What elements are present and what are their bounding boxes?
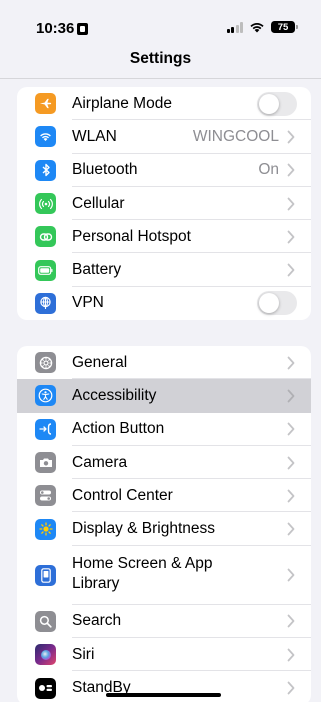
- battery-icon: [35, 259, 56, 281]
- action-button-icon: [35, 418, 56, 440]
- control-center-icon: [35, 485, 56, 507]
- camera-icon: [35, 452, 56, 474]
- status-bar: 10:36 75: [0, 0, 321, 46]
- row-general[interactable]: General: [17, 346, 311, 380]
- settings-group-connectivity: Airplane Mode WLAN WINGCOOL Bluetooth On…: [17, 87, 311, 321]
- row-cellular[interactable]: Cellular: [17, 187, 311, 221]
- bluetooth-status-value: On: [258, 161, 279, 179]
- chevron-right-icon: [287, 522, 295, 536]
- row-label: Bluetooth: [72, 161, 138, 179]
- bluetooth-icon: [35, 159, 56, 181]
- chevron-right-icon: [287, 389, 295, 403]
- chevron-right-icon: [287, 422, 295, 436]
- siri-icon: [35, 644, 56, 666]
- row-label: Accessibility: [72, 386, 157, 404]
- row-camera[interactable]: Camera: [17, 446, 311, 480]
- standby-icon: [35, 677, 56, 699]
- chevron-right-icon: [287, 615, 295, 628]
- battery-percent: 75: [277, 21, 289, 33]
- row-vpn[interactable]: VPN: [17, 287, 311, 320]
- home-indicator[interactable]: [106, 693, 221, 697]
- row-label: Cellular: [72, 194, 125, 212]
- gear-icon: [35, 352, 56, 374]
- search-icon: [35, 610, 56, 632]
- wlan-network-value: WINGCOOL: [192, 127, 279, 145]
- chevron-right-icon: [287, 130, 295, 144]
- row-battery[interactable]: Battery: [17, 253, 311, 287]
- vpn-icon: [35, 292, 56, 314]
- vpn-toggle[interactable]: [257, 291, 297, 316]
- wifi-icon: [35, 126, 56, 148]
- row-personal-hotspot[interactable]: Personal Hotspot: [17, 220, 311, 254]
- status-right: 75: [226, 21, 298, 33]
- row-label: Action Button: [72, 420, 165, 438]
- chevron-right-icon: [287, 230, 295, 244]
- accessibility-icon: [35, 385, 56, 407]
- row-airplane-mode[interactable]: Airplane Mode: [17, 87, 311, 121]
- cellular-signal-icon: [226, 21, 243, 33]
- row-bluetooth[interactable]: Bluetooth On: [17, 154, 311, 187]
- chevron-right-icon: [287, 456, 295, 469]
- row-label: Battery: [72, 261, 122, 279]
- wifi-status-icon: [250, 23, 264, 33]
- row-home-screen-app-library[interactable]: Home Screen & App Library: [17, 546, 311, 605]
- airplane-icon: [35, 93, 56, 115]
- sun-icon: [35, 518, 56, 540]
- chevron-right-icon: [287, 681, 295, 695]
- row-label: Search: [72, 612, 122, 630]
- row-label: Airplane Mode: [72, 94, 172, 112]
- row-action-button[interactable]: Action Button: [17, 413, 311, 446]
- row-label: WLAN: [72, 127, 117, 145]
- settings-group-system: General Accessibility Action Button Came…: [17, 346, 311, 702]
- chevron-right-icon: [287, 163, 295, 177]
- chevron-right-icon: [287, 263, 295, 277]
- home-screen-icon: [35, 564, 56, 586]
- row-label: Camera: [72, 453, 128, 471]
- time-text: 10:36: [36, 20, 75, 37]
- chevron-right-icon: [287, 197, 295, 210]
- battery-status-icon: 75: [271, 21, 298, 33]
- airplane-mode-toggle[interactable]: [257, 91, 297, 116]
- row-label: Home Screen & App Library: [72, 554, 213, 592]
- row-label: Control Center: [72, 486, 173, 504]
- chevron-right-icon: [287, 489, 295, 503]
- row-search[interactable]: Search: [17, 605, 311, 639]
- nav-divider: [0, 78, 321, 79]
- status-time: 10:36: [36, 20, 89, 37]
- row-display-brightness[interactable]: Display & Brightness: [17, 512, 311, 546]
- row-wlan[interactable]: WLAN WINGCOOL: [17, 120, 311, 154]
- row-label: Display & Brightness: [72, 520, 216, 538]
- hotspot-icon: [35, 226, 56, 248]
- page-title: Settings: [129, 50, 192, 67]
- row-control-center[interactable]: Control Center: [17, 479, 311, 513]
- row-label: Siri: [72, 645, 95, 663]
- chevron-right-icon: [287, 356, 295, 370]
- row-label: VPN: [72, 294, 104, 312]
- row-label: Personal Hotspot: [72, 227, 191, 245]
- chevron-right-icon: [287, 568, 295, 582]
- row-accessibility[interactable]: Accessibility: [17, 379, 311, 413]
- cellular-icon: [35, 193, 56, 215]
- sim-icon: [77, 22, 89, 35]
- row-siri[interactable]: Siri: [17, 638, 311, 672]
- row-standby[interactable]: StandBy: [17, 671, 311, 702]
- row-label: General: [72, 353, 128, 371]
- chevron-right-icon: [287, 648, 295, 662]
